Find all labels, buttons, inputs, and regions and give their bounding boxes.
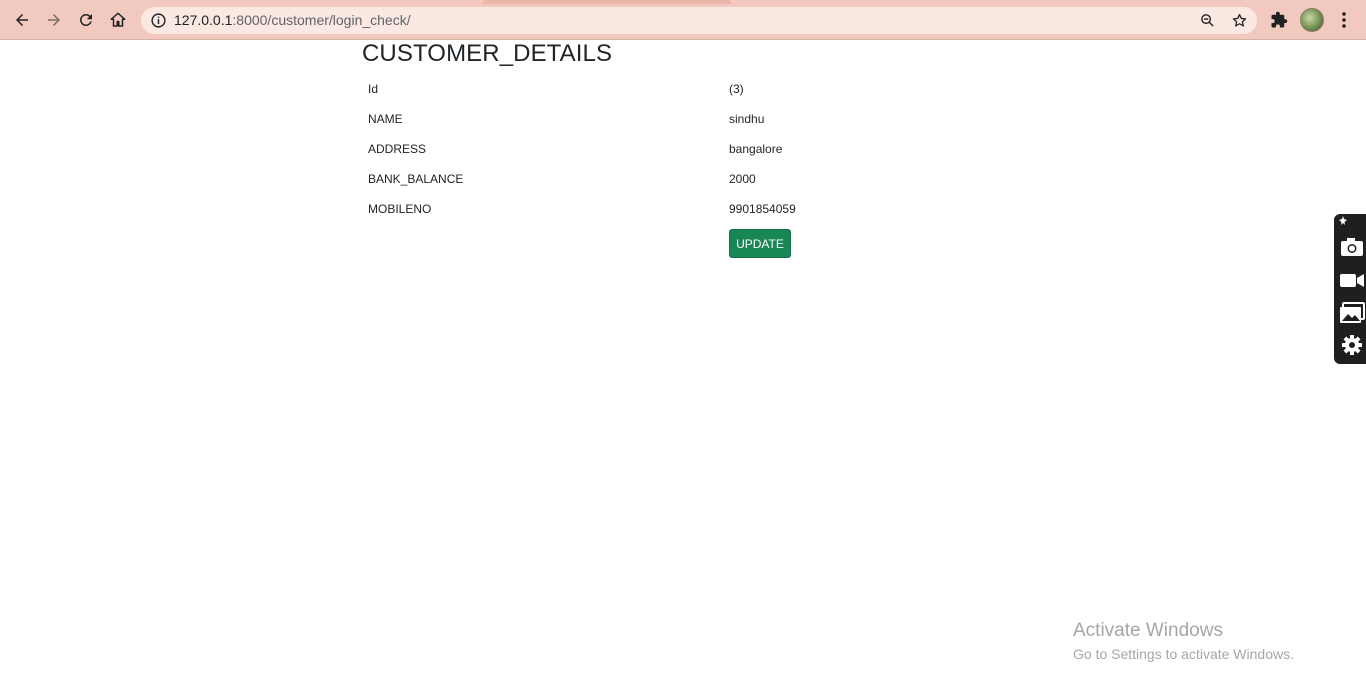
page-title: CUSTOMER_DETAILS xyxy=(362,40,613,67)
camera-icon[interactable] xyxy=(1339,236,1365,258)
field-value: sindhu xyxy=(729,112,765,126)
field-label: MOBILENO xyxy=(368,202,432,216)
video-camera-icon[interactable] xyxy=(1339,269,1365,291)
detail-row-address: ADDRESS bangalore xyxy=(362,134,1084,164)
home-button[interactable] xyxy=(106,8,130,32)
forward-button[interactable] xyxy=(42,8,66,32)
gallery-icon[interactable] xyxy=(1339,302,1365,324)
extensions-puzzle-icon[interactable] xyxy=(1270,11,1288,29)
customer-details-table: Id (3) NAME sindhu ADDRESS bangalore BAN… xyxy=(362,74,1084,224)
field-label: ADDRESS xyxy=(368,142,427,156)
field-label: NAME xyxy=(368,112,403,126)
field-value: (3) xyxy=(729,82,744,96)
detail-row-mobile: MOBILENO 9901854059 xyxy=(362,194,1084,224)
arrow-left-icon xyxy=(16,14,28,26)
field-label: Id xyxy=(368,82,379,96)
field-value: bangalore xyxy=(729,142,783,156)
field-value: 9901854059 xyxy=(729,202,796,216)
home-icon xyxy=(110,12,126,27)
update-button[interactable]: UPDATE xyxy=(729,229,791,258)
url-host: 127.0.0.1 xyxy=(174,12,233,28)
pin-icon[interactable] xyxy=(1338,216,1348,226)
detail-row-id: Id (3) xyxy=(362,74,1084,104)
watermark-title: Activate Windows xyxy=(1073,620,1223,641)
reload-button[interactable] xyxy=(74,8,98,32)
info-icon[interactable] xyxy=(150,12,167,29)
back-button[interactable] xyxy=(10,8,34,32)
address-bar[interactable]: 127.0.0.1:8000/customer/login_check/ xyxy=(141,7,1257,34)
activate-windows-watermark: Activate Windows Go to Settings to activ… xyxy=(1073,620,1294,662)
more-menu-icon[interactable] xyxy=(1337,10,1351,30)
detail-row-name: NAME sindhu xyxy=(362,104,1084,134)
profile-avatar[interactable] xyxy=(1300,8,1324,32)
tab-strip-edge xyxy=(0,0,1366,4)
star-icon[interactable] xyxy=(1231,12,1248,29)
watermark-subtitle: Go to Settings to activate Windows. xyxy=(1073,646,1294,662)
arrow-right-icon xyxy=(48,14,60,26)
gear-icon[interactable] xyxy=(1339,334,1365,356)
field-label: BANK_BALANCE xyxy=(368,172,464,186)
detail-row-bank-balance: BANK_BALANCE 2000 xyxy=(362,164,1084,194)
reload-icon xyxy=(79,13,92,26)
zoom-icon[interactable] xyxy=(1199,12,1216,29)
field-value: 2000 xyxy=(729,172,756,186)
url-text[interactable]: 127.0.0.1:8000/customer/login_check/ xyxy=(174,12,411,28)
browser-toolbar: 127.0.0.1:8000/customer/login_check/ xyxy=(0,0,1366,40)
url-path: :8000/customer/login_check/ xyxy=(232,12,411,28)
capture-tool-panel xyxy=(1334,214,1366,364)
